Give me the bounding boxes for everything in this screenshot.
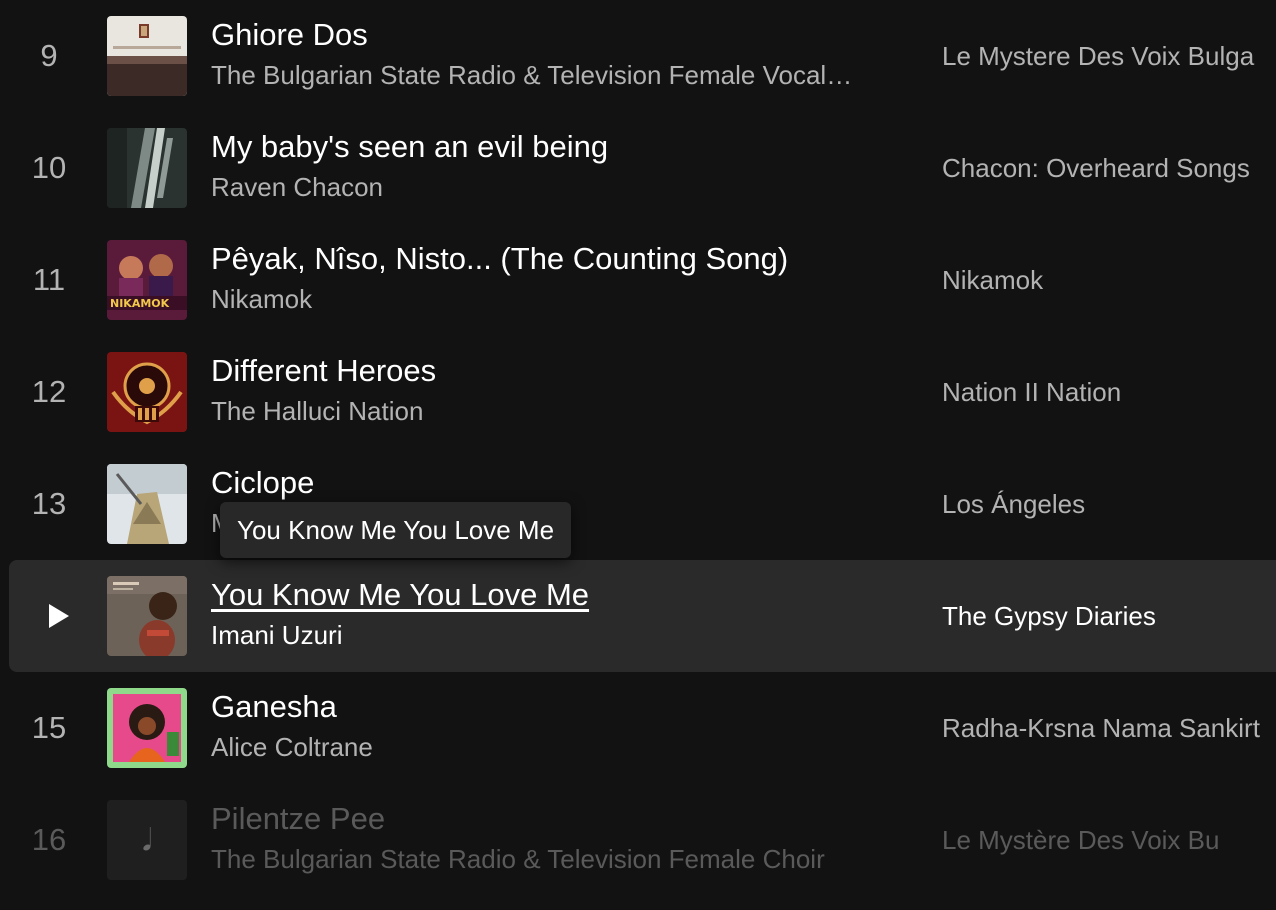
track-number: 10: [31, 150, 67, 185]
track-number: 15: [31, 710, 67, 745]
album-art-nikamok[interactable]: NIKAMOK: [107, 240, 187, 320]
track-row[interactable]: 13 Ciclope M Los Ángeles: [9, 448, 1276, 560]
track-title-link[interactable]: You Know Me You Love Me: [211, 576, 589, 614]
track-number: 12: [31, 374, 67, 409]
track-number: 9: [40, 38, 58, 73]
nikamok-logo-text: NIKAMOK: [110, 297, 170, 310]
track-row[interactable]: 10 My baby's seen an evil being Raven Ch…: [9, 112, 1276, 224]
album-art-overheard-songs[interactable]: [107, 128, 187, 208]
track-row-selected[interactable]: You Know Me You Love Me Imani Uzuri The …: [9, 560, 1276, 672]
play-icon[interactable]: [49, 604, 69, 628]
album-art-gypsy-diaries[interactable]: [107, 576, 187, 656]
track-artist[interactable]: Imani Uzuri: [211, 618, 901, 652]
track-album[interactable]: Radha-Krsna Nama Sankirt: [942, 709, 1276, 747]
track-title[interactable]: Ganesha: [211, 688, 337, 726]
track-album[interactable]: Chacon: Overheard Songs: [942, 149, 1276, 187]
album-art-ghiore-dos[interactable]: [107, 16, 187, 96]
track-artist[interactable]: Nikamok: [211, 282, 901, 316]
track-number: 13: [31, 486, 67, 521]
music-note-icon: 𝅘𝅥: [107, 800, 187, 880]
track-row[interactable]: 9 Ghiore Dos The Bulgarian State Radio &…: [9, 0, 1276, 112]
track-album[interactable]: The Gypsy Diaries: [942, 597, 1276, 635]
track-title[interactable]: Pêyak, Nîso, Nisto... (The Counting Song…: [211, 240, 788, 278]
track-album[interactable]: Los Ángeles: [942, 485, 1276, 523]
track-row[interactable]: 11 NIKAMOK Pêyak, Nîso, Nisto... (The Co…: [9, 224, 1276, 336]
track-artist[interactable]: The Bulgarian State Radio & Television F…: [211, 842, 901, 876]
track-row[interactable]: 12 Different Heroes The Halluci Nation N…: [9, 336, 1276, 448]
track-title[interactable]: Different Heroes: [211, 352, 436, 390]
track-row[interactable]: 15 Ganesha Alice Coltrane Radha-Krsna Na…: [9, 672, 1276, 784]
track-title[interactable]: My baby's seen an evil being: [211, 128, 608, 166]
track-title[interactable]: Ciclope: [211, 464, 314, 502]
album-art-nation-ii-nation[interactable]: [107, 352, 187, 432]
track-artist[interactable]: Raven Chacon: [211, 170, 901, 204]
tracklist: 9 Ghiore Dos The Bulgarian State Radio &…: [0, 0, 1276, 910]
track-title[interactable]: Ghiore Dos: [211, 16, 368, 54]
track-album[interactable]: Le Mystere Des Voix Bulga: [942, 37, 1276, 75]
track-artist[interactable]: The Halluci Nation: [211, 394, 901, 428]
track-album[interactable]: Le Mystère Des Voix Bu: [942, 821, 1276, 859]
track-album[interactable]: Nikamok: [942, 261, 1276, 299]
track-artist[interactable]: Alice Coltrane: [211, 730, 901, 764]
track-title-tooltip: You Know Me You Love Me: [220, 502, 572, 558]
album-art-radha-krsna[interactable]: [107, 688, 187, 768]
track-row-unavailable[interactable]: 16 𝅘𝅥 Pilentze Pee The Bulgarian State R…: [9, 784, 1276, 896]
track-album[interactable]: Nation II Nation: [942, 373, 1276, 411]
track-artist[interactable]: The Bulgarian State Radio & Television F…: [211, 58, 901, 92]
track-number: 16: [31, 822, 67, 857]
track-number: 11: [32, 262, 66, 297]
album-art-los-angeles[interactable]: [107, 464, 187, 544]
track-title[interactable]: Pilentze Pee: [211, 800, 385, 838]
